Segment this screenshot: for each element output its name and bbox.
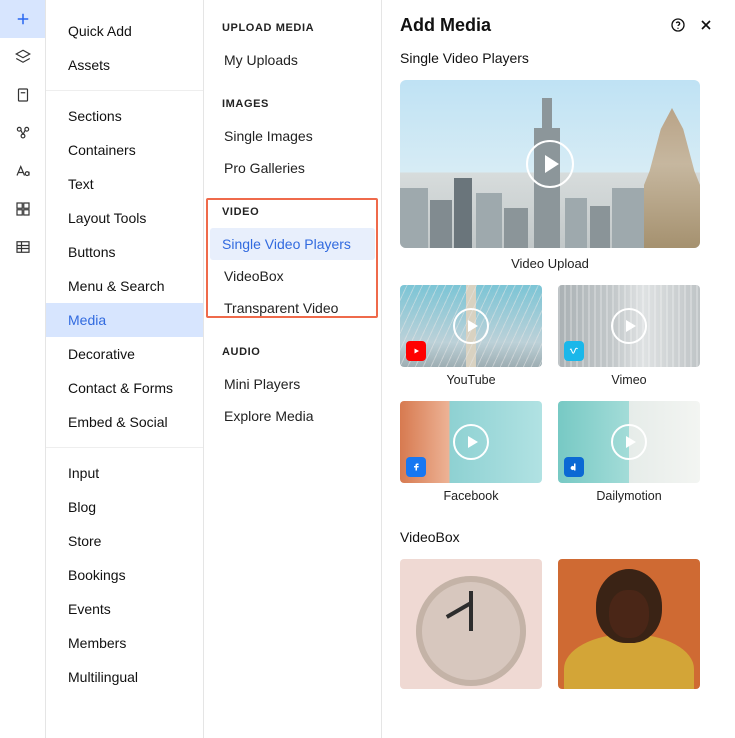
nav-bookings[interactable]: Bookings: [46, 558, 203, 592]
nav-decorative[interactable]: Decorative: [46, 337, 203, 371]
videobox-row: [400, 559, 717, 689]
content-panel: Add Media Single Video Players: [382, 0, 735, 738]
content-header: Add Media: [382, 0, 735, 46]
nav-sections[interactable]: Sections: [46, 99, 203, 133]
thumbnail: [558, 401, 700, 483]
page-icon[interactable]: [0, 76, 45, 114]
types-upload-media: UPLOAD MEDIA My Uploads: [222, 22, 363, 76]
layers-icon[interactable]: [0, 38, 45, 76]
types-heading: AUDIO: [222, 346, 363, 358]
types-heading: IMAGES: [222, 98, 363, 110]
videobox-card-clock[interactable]: [400, 559, 542, 689]
nav-quick-add[interactable]: Quick Add: [46, 14, 203, 48]
section-heading-videobox: VideoBox: [400, 529, 717, 545]
typography-icon[interactable]: [0, 152, 45, 190]
nav-store[interactable]: Store: [46, 524, 203, 558]
close-button[interactable]: [695, 14, 717, 36]
help-button[interactable]: [667, 14, 689, 36]
app-root: Quick AddAssetsSectionsContainersTextLay…: [0, 0, 735, 738]
close-icon: [698, 17, 714, 33]
types-videobox[interactable]: VideoBox: [222, 260, 363, 292]
nav-layout-tools[interactable]: Layout Tools: [46, 201, 203, 235]
types-pro-galleries[interactable]: Pro Galleries: [222, 152, 363, 184]
grid-icon[interactable]: [0, 190, 45, 228]
brand-badge: [564, 341, 584, 361]
nav-group: SectionsContainersTextLayout ToolsButton…: [46, 90, 203, 447]
thumbnail: [400, 80, 700, 248]
section-heading-svp: Single Video Players: [400, 50, 717, 66]
media-card-caption: Dailymotion: [596, 489, 661, 503]
media-card-caption: Vimeo: [611, 373, 646, 387]
media-card-caption: Facebook: [444, 489, 499, 503]
help-icon: [670, 17, 686, 33]
nav-input[interactable]: Input: [46, 456, 203, 490]
types-images: IMAGES Single ImagesPro Galleries: [222, 98, 363, 184]
media-card-vimeo[interactable]: Vimeo: [558, 285, 700, 387]
cluster-icon[interactable]: [0, 114, 45, 152]
nav-contact-forms[interactable]: Contact & Forms: [46, 371, 203, 405]
nav-events[interactable]: Events: [46, 592, 203, 626]
nav-menu-search[interactable]: Menu & Search: [46, 269, 203, 303]
types-mini-players[interactable]: Mini Players: [222, 368, 363, 400]
media-card-dailymotion[interactable]: Dailymotion: [558, 401, 700, 503]
content-body: Single Video Players Video Upload YouTub…: [382, 46, 735, 738]
types-single-images[interactable]: Single Images: [222, 120, 363, 152]
nav-members[interactable]: Members: [46, 626, 203, 660]
types-single-video-players[interactable]: Single Video Players: [210, 228, 375, 260]
media-card-video-upload[interactable]: [400, 80, 700, 248]
icon-rail: [0, 0, 46, 738]
brand-badge: [564, 457, 584, 477]
nav-embed-social[interactable]: Embed & Social: [46, 405, 203, 439]
types-transparent-video[interactable]: Transparent Video: [222, 292, 363, 324]
media-card-facebook[interactable]: Facebook: [400, 401, 542, 503]
types-my-uploads[interactable]: My Uploads: [222, 44, 363, 76]
videobox-card-portrait[interactable]: [558, 559, 700, 689]
thumbnail: [558, 285, 700, 367]
add-icon[interactable]: [0, 0, 45, 38]
primary-nav-panel: Quick AddAssetsSectionsContainersTextLay…: [46, 0, 204, 738]
nav-multilingual[interactable]: Multilingual: [46, 660, 203, 694]
types-heading: UPLOAD MEDIA: [222, 22, 363, 34]
types-explore-media[interactable]: Explore Media: [222, 400, 363, 432]
brand-badge: [406, 341, 426, 361]
nav-buttons[interactable]: Buttons: [46, 235, 203, 269]
content-title: Add Media: [400, 15, 661, 36]
nav-group: Quick AddAssets: [46, 6, 203, 90]
nav-media[interactable]: Media: [46, 303, 203, 337]
nav-text[interactable]: Text: [46, 167, 203, 201]
nav-blog[interactable]: Blog: [46, 490, 203, 524]
play-icon: [453, 424, 489, 460]
media-card-youtube[interactable]: YouTube: [400, 285, 542, 387]
types-heading: VIDEO: [222, 206, 363, 218]
play-icon: [611, 424, 647, 460]
brand-badge: [406, 457, 426, 477]
nav-group: InputBlogStoreBookingsEventsMembersMulti…: [46, 447, 203, 702]
thumbnail: [400, 401, 542, 483]
media-card-caption: Video Upload: [400, 256, 700, 271]
play-icon: [611, 308, 647, 344]
media-card-caption: YouTube: [446, 373, 495, 387]
thumbnail: [400, 285, 542, 367]
nav-containers[interactable]: Containers: [46, 133, 203, 167]
types-audio: AUDIO Mini PlayersExplore Media: [222, 346, 363, 432]
table-icon[interactable]: [0, 228, 45, 266]
play-icon: [526, 140, 574, 188]
types-video: VIDEOSingle Video PlayersVideoBoxTranspa…: [222, 206, 363, 324]
provider-grid: YouTube Vimeo Facebook Dailymotion: [400, 285, 717, 503]
nav-assets[interactable]: Assets: [46, 48, 203, 82]
media-types-panel: UPLOAD MEDIA My Uploads IMAGES Single Image…: [204, 0, 382, 738]
play-icon: [453, 308, 489, 344]
